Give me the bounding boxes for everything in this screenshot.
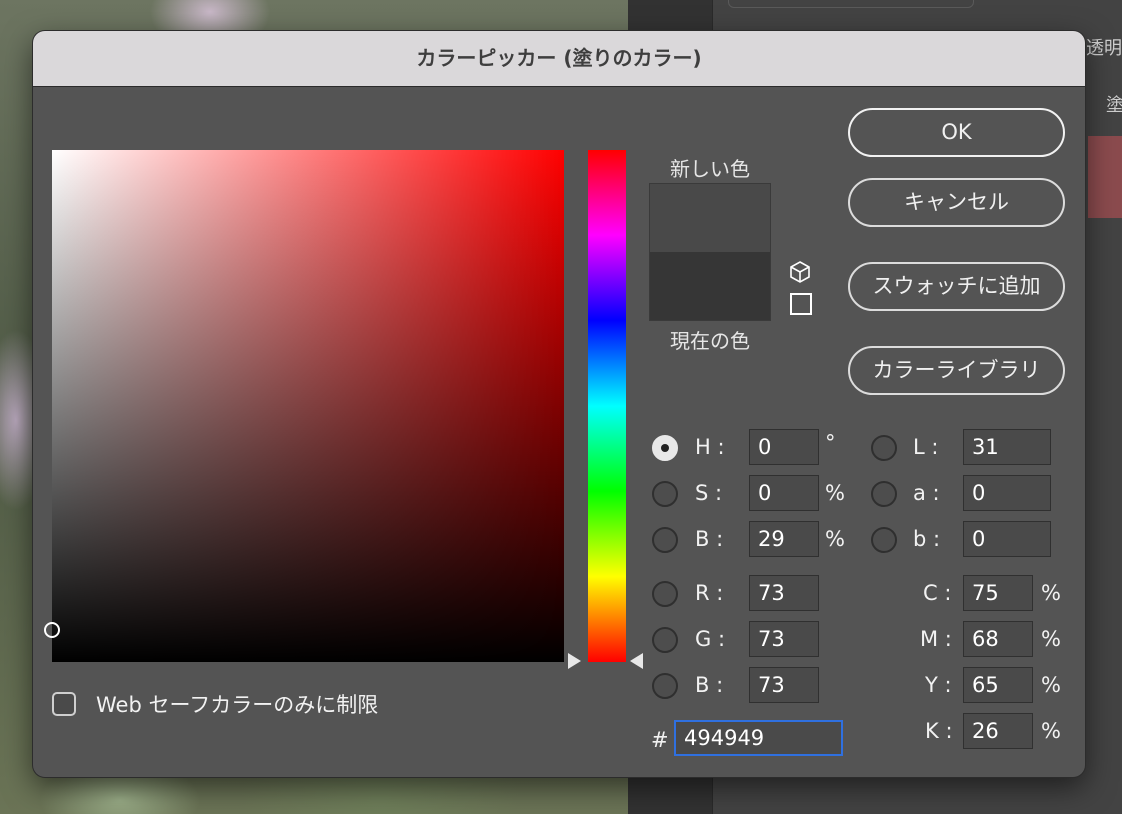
radio-a[interactable] bbox=[871, 481, 897, 507]
out-of-gamut-cube-icon[interactable] bbox=[788, 260, 812, 284]
b-lab-input[interactable]: 0 bbox=[963, 521, 1051, 557]
h-input[interactable]: 0 bbox=[749, 429, 819, 465]
r-label: R : bbox=[695, 581, 724, 605]
radio-s[interactable] bbox=[652, 481, 678, 507]
y-unit: % bbox=[1041, 673, 1061, 697]
color-picker-dialog: カラーピッカー (塗りのカラー) 新しい色 現在の色 OK キャンセル スウォッ… bbox=[33, 31, 1085, 777]
b-blue-input[interactable]: 73 bbox=[749, 667, 819, 703]
b-brightness-unit: % bbox=[825, 527, 845, 551]
y-label: Y : bbox=[925, 673, 952, 697]
hue-slider-left-handle[interactable] bbox=[568, 653, 581, 669]
radio-b-blue[interactable] bbox=[652, 673, 678, 699]
m-label: M : bbox=[920, 627, 952, 651]
background-panel-box bbox=[728, 0, 974, 8]
k-label: K : bbox=[925, 719, 953, 743]
m-input[interactable]: 68 bbox=[963, 621, 1033, 657]
hue-slider-right-handle[interactable] bbox=[630, 653, 643, 669]
a-input[interactable]: 0 bbox=[963, 475, 1051, 511]
k-unit: % bbox=[1041, 719, 1061, 743]
s-label: S : bbox=[695, 481, 723, 505]
websafe-checkbox[interactable] bbox=[52, 692, 76, 716]
radio-r[interactable] bbox=[652, 581, 678, 607]
b-blue-label: B : bbox=[695, 673, 724, 697]
c-label: C : bbox=[923, 581, 952, 605]
b-brightness-label: B : bbox=[695, 527, 724, 551]
h-unit: ° bbox=[825, 431, 836, 455]
color-field-marker[interactable] bbox=[44, 622, 60, 638]
y-input[interactable]: 65 bbox=[963, 667, 1033, 703]
cancel-button[interactable]: キャンセル bbox=[848, 178, 1065, 227]
l-label: L : bbox=[913, 435, 939, 459]
radio-l[interactable] bbox=[871, 435, 897, 461]
websafe-checkbox-label[interactable]: Web セーフカラーのみに制限 bbox=[96, 689, 378, 719]
background-panel-label: 透明 bbox=[1086, 38, 1122, 59]
g-input[interactable]: 73 bbox=[749, 621, 819, 657]
websafe-warning-icon[interactable] bbox=[790, 293, 812, 315]
b-lab-label: b : bbox=[913, 527, 941, 551]
background-color-swatch bbox=[1088, 136, 1122, 218]
current-color-label: 現在の色 bbox=[670, 329, 750, 353]
ok-button[interactable]: OK bbox=[848, 108, 1065, 157]
dialog-title: カラーピッカー (塗りのカラー) bbox=[33, 31, 1085, 87]
b-brightness-input[interactable]: 29 bbox=[749, 521, 819, 557]
m-unit: % bbox=[1041, 627, 1061, 651]
color-field[interactable] bbox=[44, 150, 564, 662]
r-input[interactable]: 73 bbox=[749, 575, 819, 611]
color-preview bbox=[649, 183, 771, 321]
hex-prefix-label: # bbox=[651, 728, 669, 752]
radio-b-brightness[interactable] bbox=[652, 527, 678, 553]
add-to-swatches-button[interactable]: スウォッチに追加 bbox=[848, 262, 1065, 311]
radio-h[interactable] bbox=[652, 435, 678, 461]
radio-b-lab[interactable] bbox=[871, 527, 897, 553]
new-color-swatch bbox=[650, 184, 770, 252]
l-input[interactable]: 31 bbox=[963, 429, 1051, 465]
background-panel-label: 塗 bbox=[1106, 95, 1122, 116]
s-input[interactable]: 0 bbox=[749, 475, 819, 511]
radio-g[interactable] bbox=[652, 627, 678, 653]
h-label: H : bbox=[695, 435, 725, 459]
g-label: G : bbox=[695, 627, 726, 651]
c-unit: % bbox=[1041, 581, 1061, 605]
color-libraries-button[interactable]: カラーライブラリ bbox=[848, 346, 1065, 395]
hex-input[interactable]: 494949 bbox=[674, 720, 843, 756]
k-input[interactable]: 26 bbox=[963, 713, 1033, 749]
s-unit: % bbox=[825, 481, 845, 505]
hue-slider[interactable] bbox=[588, 150, 626, 662]
new-color-label: 新しい色 bbox=[670, 157, 750, 181]
current-color-swatch[interactable] bbox=[650, 252, 770, 320]
a-label: a : bbox=[913, 481, 940, 505]
c-input[interactable]: 75 bbox=[963, 575, 1033, 611]
